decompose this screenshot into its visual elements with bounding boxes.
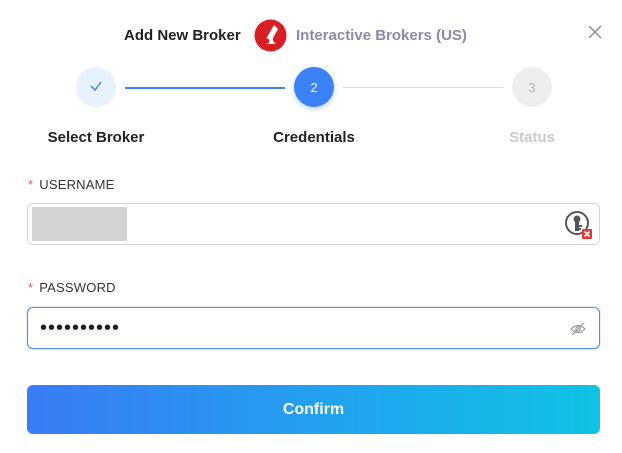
interactive-brokers-logo-icon [254,19,287,52]
step-connector-done [125,87,285,89]
step-connector-pending [343,87,503,88]
password-label: * PASSWORD [28,280,116,295]
password-value: •••••••••• [40,317,121,339]
dialog-title: Add New Broker [124,27,241,44]
required-mark: * [28,280,34,295]
password-manager-key-icon[interactable] [565,210,593,240]
username-label-text: USERNAME [39,177,115,192]
eye-off-icon[interactable] [569,320,587,338]
step-2-circle: 2 [294,67,334,107]
step-1-label: Select Broker [47,129,145,146]
password-field[interactable]: •••••••••• [27,307,600,349]
broker-name: Interactive Brokers (US) [296,27,467,44]
step-1-circle [76,67,116,107]
username-field[interactable] [27,203,600,245]
step-2-label: Credentials [273,129,355,146]
progress-stepper: 2 3 Select Broker Credentials Status [0,67,622,146]
required-mark: * [28,177,34,192]
step-3-label: Status [509,129,555,146]
confirm-button[interactable]: Confirm [27,385,600,434]
close-icon[interactable] [583,20,607,44]
checkmark-icon [89,79,103,96]
step-3-circle: 3 [512,67,552,107]
username-value-redacted [32,207,127,241]
dialog-header: Add New Broker Interactive Brokers (US) [0,18,622,54]
username-label: * USERNAME [28,177,115,192]
password-label-text: PASSWORD [39,280,116,295]
